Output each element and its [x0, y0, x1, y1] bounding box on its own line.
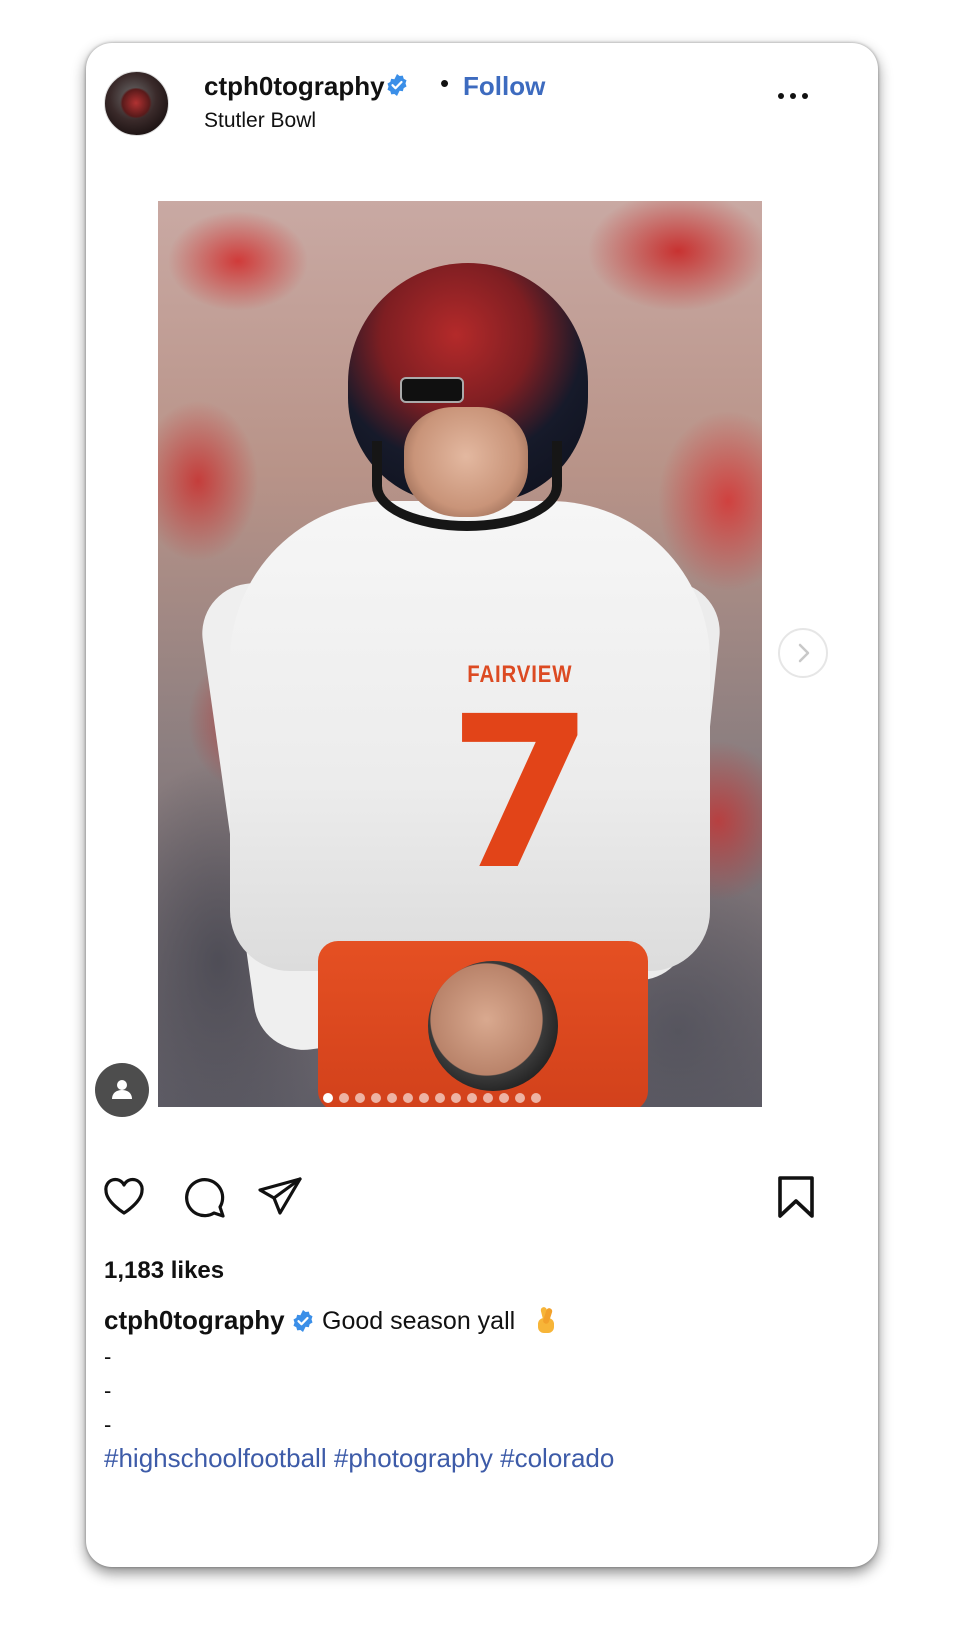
post-photo[interactable]: FAIRVIEW 7: [158, 201, 762, 1107]
header-separator: •: [440, 68, 450, 98]
caption-line: -: [104, 1412, 112, 1437]
helmet-band: [400, 377, 464, 403]
hashtag-link[interactable]: #photography: [334, 1443, 493, 1473]
jersey-number: 7: [448, 671, 595, 916]
carousel-dot: [387, 1093, 397, 1103]
likes-count[interactable]: 1,183 likes: [104, 1257, 224, 1285]
carousel-dot: [499, 1093, 509, 1103]
verified-badge-icon: [387, 74, 407, 96]
carousel-dot: [323, 1093, 333, 1103]
heart-icon[interactable]: [100, 1173, 148, 1221]
hashtag-link[interactable]: #colorado: [500, 1443, 614, 1473]
comment-icon[interactable]: [180, 1173, 228, 1221]
carousel-dot: [339, 1093, 349, 1103]
chevron-right-icon: [798, 643, 810, 663]
profile-avatar[interactable]: [104, 71, 169, 136]
caption-line: -: [104, 1344, 112, 1369]
send-icon[interactable]: [256, 1173, 304, 1221]
next-image-button[interactable]: [778, 628, 828, 678]
user-tag-icon: [112, 1080, 132, 1099]
carousel-dot: [371, 1093, 381, 1103]
crossed-fingers-emoji: [538, 1307, 554, 1333]
carousel-dot: [531, 1093, 541, 1103]
carousel-dot: [403, 1093, 413, 1103]
verified-badge-icon: [293, 1310, 313, 1332]
more-options-icon[interactable]: [774, 81, 814, 111]
hashtag-link[interactable]: #highschoolfootball: [104, 1443, 327, 1473]
caption-username[interactable]: ctph0tography: [104, 1305, 285, 1336]
hashtag-list: #highschoolfootball #photography #colora…: [104, 1443, 614, 1474]
carousel-dot: [355, 1093, 365, 1103]
carousel-indicator: [323, 1093, 541, 1103]
caption-text: Good season yall: [322, 1307, 516, 1335]
bookmark-icon[interactable]: [772, 1173, 820, 1221]
carousel-dot: [483, 1093, 493, 1103]
post-card: ctph0tography • Follow Stutler Bowl FAIR…: [86, 43, 878, 1567]
post-location[interactable]: Stutler Bowl: [204, 109, 316, 133]
post-username[interactable]: ctph0tography: [204, 71, 385, 102]
carousel-dot: [435, 1093, 445, 1103]
carousel-dot: [467, 1093, 477, 1103]
follow-button[interactable]: Follow: [463, 71, 545, 102]
caption-line: -: [104, 1378, 112, 1403]
photo-subject-hands: [428, 961, 558, 1091]
carousel-dot: [451, 1093, 461, 1103]
tagged-users-button[interactable]: [95, 1063, 149, 1117]
helmet-facemask: [372, 441, 562, 531]
carousel-dot: [419, 1093, 429, 1103]
carousel-dot: [515, 1093, 525, 1103]
